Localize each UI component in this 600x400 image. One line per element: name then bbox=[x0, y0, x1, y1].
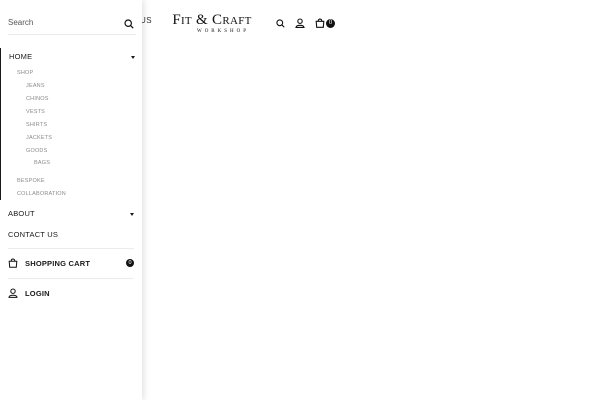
menu-item-bespoke[interactable]: BESPOKE bbox=[17, 178, 45, 184]
menu-item-vests[interactable]: VESTS bbox=[26, 109, 45, 115]
shopping-cart-link[interactable]: SHOPPING CART 0 bbox=[8, 256, 134, 270]
cart-count-badge: 0 bbox=[326, 18, 335, 28]
menu-item-shop[interactable]: SHOP bbox=[17, 70, 33, 76]
bag-icon bbox=[8, 258, 18, 268]
search-bar bbox=[8, 10, 136, 35]
chevron-down-icon[interactable] bbox=[131, 56, 135, 59]
header-icons: 0 bbox=[273, 16, 335, 30]
menu-item-home[interactable]: HOME bbox=[9, 52, 32, 61]
login-label: LOGIN bbox=[25, 288, 50, 298]
user-icon[interactable] bbox=[293, 16, 307, 30]
menu-item-contact[interactable]: CONTACT US bbox=[8, 230, 58, 239]
chevron-down-icon[interactable] bbox=[130, 213, 134, 216]
header-cart[interactable]: 0 bbox=[315, 18, 335, 28]
cart-count-badge: 0 bbox=[126, 259, 134, 267]
mobile-menu-drawer: HOME SHOP JEANS CHINOS VESTS SHIRTS JACK… bbox=[0, 0, 142, 400]
menu-item-jackets[interactable]: JACKETS bbox=[26, 135, 52, 141]
menu-item-goods[interactable]: GOODS bbox=[26, 148, 47, 154]
menu-item-chinos[interactable]: CHINOS bbox=[26, 96, 49, 102]
search-icon[interactable] bbox=[124, 16, 135, 29]
menu-item-bags[interactable]: BAGS bbox=[34, 160, 50, 166]
menu-home-expanded: HOME SHOP JEANS CHINOS VESTS SHIRTS JACK… bbox=[0, 48, 143, 200]
search-icon[interactable] bbox=[273, 16, 287, 30]
bag-icon bbox=[315, 18, 325, 28]
divider bbox=[8, 248, 134, 249]
user-icon bbox=[8, 288, 18, 298]
site-logo[interactable]: Fit & Craft WORKSHOP bbox=[160, 12, 264, 36]
shopping-cart-label: SHOPPING CART bbox=[25, 258, 91, 268]
logo-subtitle: WORKSHOP bbox=[196, 29, 250, 34]
menu-item-about[interactable]: ABOUT bbox=[8, 209, 35, 218]
divider bbox=[8, 278, 134, 279]
menu-item-jeans[interactable]: JEANS bbox=[26, 83, 45, 89]
menu-item-collaboration[interactable]: COLLABORATION bbox=[17, 191, 66, 197]
logo-title: Fit & Craft bbox=[172, 12, 252, 28]
login-link[interactable]: LOGIN bbox=[8, 286, 134, 300]
menu-item-shirts[interactable]: SHIRTS bbox=[26, 122, 47, 128]
search-input[interactable] bbox=[8, 17, 118, 27]
